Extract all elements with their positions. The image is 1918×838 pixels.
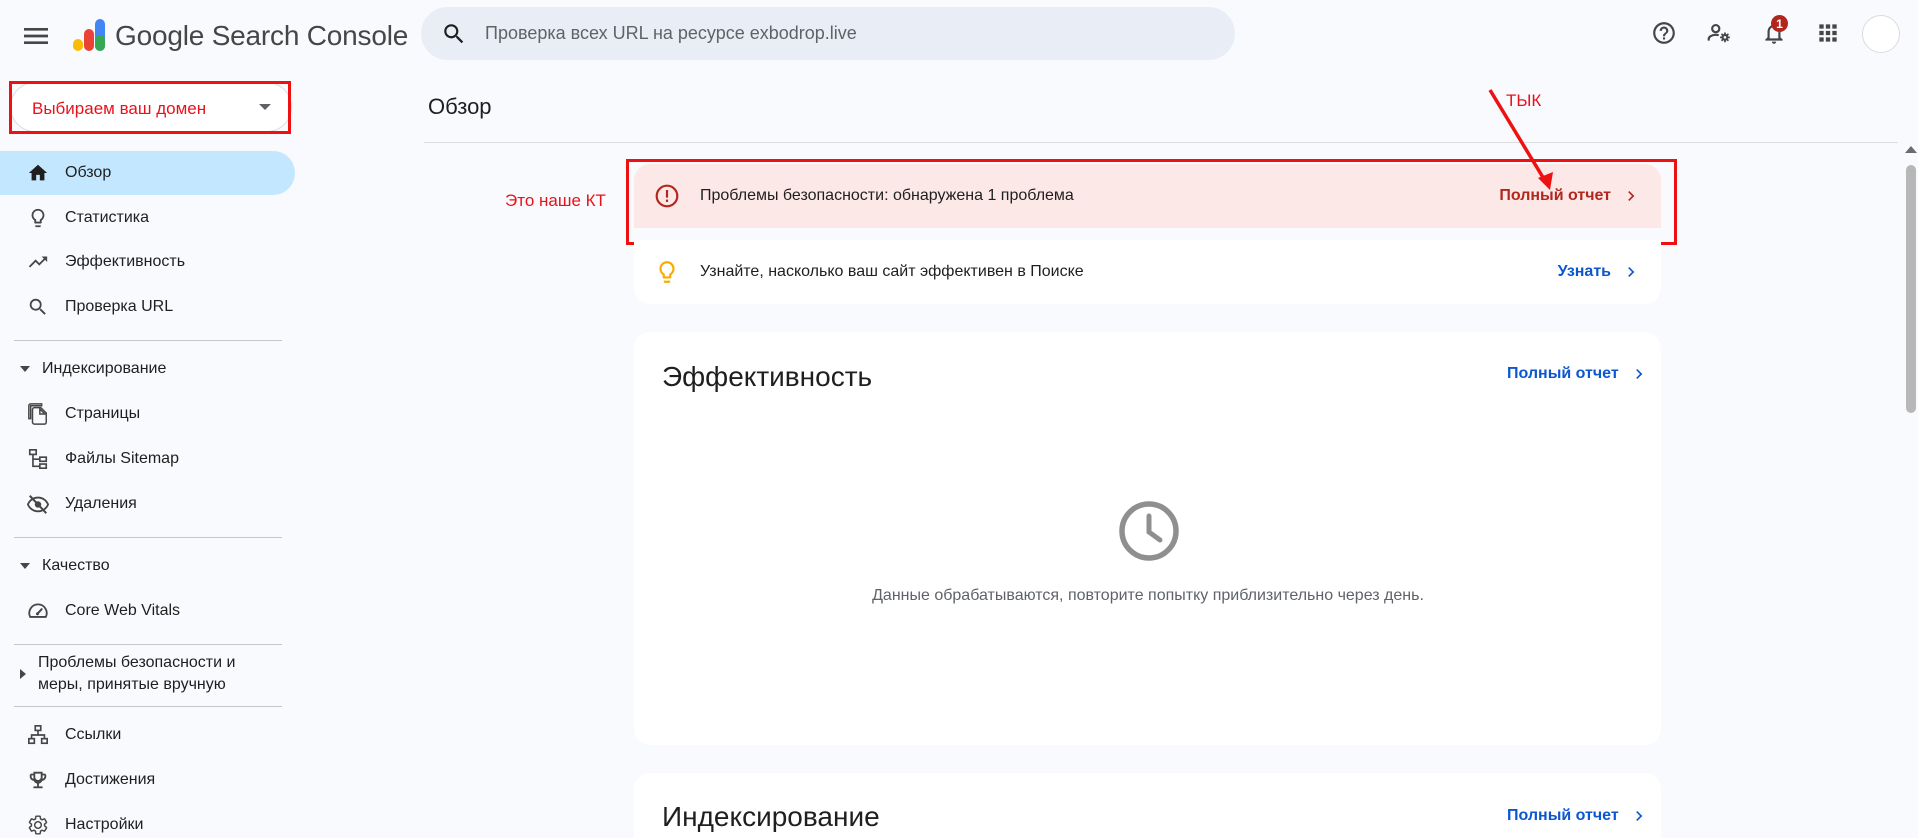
scrollbar-thumb[interactable] (1906, 165, 1916, 413)
apps-grid-icon (1819, 24, 1837, 42)
notification-count-badge: 1 (1771, 15, 1788, 32)
sitemap-icon (26, 447, 50, 471)
header-divider (424, 142, 1902, 143)
collapse-arrow-icon (20, 563, 30, 569)
main-menu-button[interactable] (20, 20, 52, 52)
sidebar-item-label: Достижения (65, 771, 156, 788)
sidebar-divider (14, 537, 282, 538)
sidebar-item-url-inspection[interactable]: Проверка URL (26, 285, 173, 329)
chevron-right-icon (1629, 806, 1649, 826)
sidebar-item-label: Ссылки (65, 726, 122, 743)
search-icon (444, 23, 464, 43)
pages-icon (26, 402, 50, 426)
sidebar-item-label: Статистика (65, 209, 150, 226)
search-console-logo-icon (73, 19, 105, 51)
full-report-link-label: Полный отчет (1507, 807, 1619, 824)
sidebar-item-overview[interactable]: Обзор (26, 151, 111, 195)
sidebar-item-label: Удаления (65, 495, 137, 512)
sidebar-item-label: Страницы (65, 405, 141, 422)
sidebar-item-core-web-vitals[interactable]: Core Web Vitals (26, 589, 180, 633)
expand-arrow-icon (20, 669, 26, 679)
links-icon (26, 723, 50, 747)
learn-more-link[interactable]: Узнать (1558, 263, 1611, 281)
performance-tip[interactable]: Узнайте, насколько ваш сайт эффективен в… (634, 240, 1661, 304)
performance-full-report-link[interactable]: Полный отчет (1507, 364, 1649, 384)
manage-users-button[interactable] (1703, 17, 1735, 49)
home-icon (26, 161, 50, 185)
sidebar-item-settings[interactable]: Настройки (26, 803, 143, 838)
sidebar-divider (14, 644, 282, 645)
sidebar-section-label: Проблемы безопасности и меры, принятые вр… (38, 654, 236, 693)
app-title: Google Search Console (115, 20, 409, 51)
sidebar-item-label: Обзор (65, 164, 112, 181)
hamburger-icon (24, 28, 48, 44)
collapse-arrow-icon (20, 366, 30, 372)
trophy-icon (26, 768, 50, 792)
sidebar-divider (14, 706, 282, 707)
tip-text: Узнайте, насколько ваш сайт эффективен в… (700, 263, 1084, 280)
account-avatar[interactable] (1862, 15, 1900, 53)
lightbulb-icon (654, 259, 680, 285)
help-button[interactable] (1648, 17, 1680, 49)
sidebar-item-sitemaps[interactable]: Файлы Sitemap (26, 437, 179, 481)
sidebar-item-label: Настройки (65, 816, 144, 833)
search-input[interactable] (485, 23, 1185, 44)
lightbulb-icon (26, 206, 50, 230)
sidebar-section-label: Качество (42, 557, 110, 574)
indexing-full-report-link[interactable]: Полный отчет (1507, 806, 1649, 826)
sidebar-item-label: Core Web Vitals (65, 602, 181, 619)
annotation-highlight-property (9, 81, 291, 134)
sidebar-item-label: Файлы Sitemap (65, 450, 179, 467)
performance-card-title: Эффективность (662, 361, 873, 392)
full-report-link-label: Полный отчет (1507, 365, 1619, 382)
sidebar-item-statistics[interactable]: Статистика (26, 196, 149, 240)
help-circle-icon (1653, 22, 1675, 44)
annotation-kt-label: Это наше КТ (505, 191, 606, 210)
chevron-right-icon (1629, 364, 1649, 384)
search-icon (26, 295, 50, 319)
sidebar-divider (14, 340, 282, 341)
scroll-up-arrow-icon[interactable] (1905, 146, 1917, 153)
sidebar-item-achievements[interactable]: Достижения (26, 758, 155, 802)
sidebar-section-label: Индексирование (42, 360, 167, 377)
sidebar-item-performance[interactable]: Эффективность (26, 240, 185, 284)
sidebar-section-indexing[interactable]: Индексирование (20, 358, 166, 380)
sidebar-section-quality[interactable]: Качество (20, 555, 110, 577)
app-logo[interactable]: Google Search Console (71, 17, 408, 55)
manage-users-icon (1707, 24, 1730, 43)
indexing-card-title: Индексирование (662, 801, 880, 832)
speedometer-icon (26, 599, 50, 623)
annotation-arrow-icon (1488, 89, 1553, 190)
sidebar-item-label: Эффективность (65, 253, 186, 270)
url-inspection-search[interactable] (421, 7, 1235, 60)
eye-off-icon (26, 492, 50, 516)
sidebar-item-removals[interactable]: Удаления (26, 482, 137, 526)
page-title: Обзор (428, 94, 492, 119)
trending-up-icon (26, 250, 50, 274)
sidebar-item-pages[interactable]: Страницы (26, 392, 140, 436)
clock-icon (1119, 501, 1179, 561)
sidebar-item-links[interactable]: Ссылки (26, 713, 121, 757)
sidebar-item-label: Проверка URL (65, 298, 174, 315)
chevron-right-icon (1621, 262, 1641, 282)
sidebar-section-security[interactable]: Проблемы безопасности и меры, принятые вр… (20, 652, 235, 696)
google-apps-button[interactable] (1812, 17, 1844, 49)
processing-message: Данные обрабатываются, повторите попытку… (872, 587, 1424, 604)
notifications-button[interactable]: 1 (1758, 15, 1790, 49)
settings-icon (26, 813, 50, 837)
